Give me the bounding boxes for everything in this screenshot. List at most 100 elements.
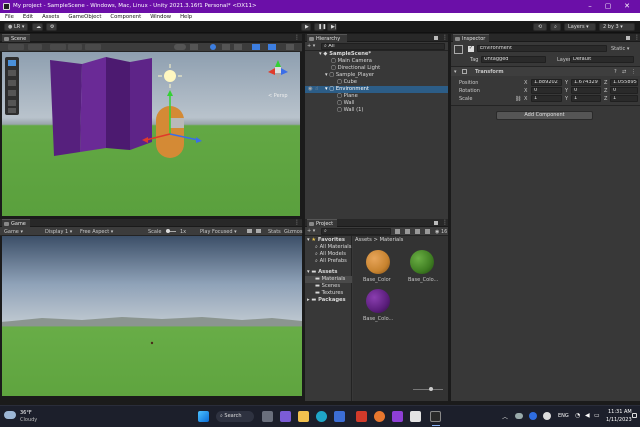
transform-tool-icon[interactable] bbox=[8, 108, 16, 113]
scale-z-input[interactable]: 1 bbox=[610, 95, 638, 102]
scale-y-input[interactable]: 1 bbox=[571, 95, 601, 102]
scale-x-input[interactable]: 1 bbox=[531, 95, 562, 102]
icon-size-slider-handle[interactable] bbox=[429, 387, 433, 391]
hierarchy-item-wall-1[interactable]: ▢ Wall (1) bbox=[337, 107, 363, 114]
scene-viewport[interactable]: < Persp bbox=[2, 52, 300, 216]
battery-icon[interactable]: ▭ bbox=[594, 412, 600, 419]
clock-date[interactable]: 1/11/2023 bbox=[606, 417, 632, 423]
component-kebab-icon[interactable]: ⋮ bbox=[631, 69, 636, 75]
tab-scene[interactable]: Scene bbox=[2, 34, 30, 42]
unity-hub-icon[interactable] bbox=[410, 411, 421, 422]
cloud-icon[interactable]: ☁ bbox=[32, 23, 43, 31]
game-mode-dropdown[interactable]: Game ▾ bbox=[4, 229, 23, 235]
project-search-input[interactable]: ⌕ bbox=[321, 228, 391, 235]
menu-gameobject[interactable]: GameObject bbox=[63, 13, 105, 20]
project-kebab-icon[interactable]: ⋮ bbox=[442, 220, 448, 226]
play-focused-dropdown[interactable]: Play Focused ▾ bbox=[200, 229, 237, 235]
tray-overflow-icon[interactable]: ︿ bbox=[502, 412, 508, 421]
hierarchy-item-wall[interactable]: ▢ Wall bbox=[337, 100, 354, 107]
pause-button[interactable]: ❚❚ bbox=[314, 23, 326, 31]
object-name-input[interactable]: Environment bbox=[477, 45, 607, 52]
hidden-objects-icon[interactable] bbox=[234, 44, 242, 50]
start-icon[interactable] bbox=[198, 411, 209, 422]
rotate-tool-icon[interactable] bbox=[8, 80, 16, 86]
unity-editor-icon[interactable] bbox=[430, 411, 441, 422]
position-x-input[interactable]: 1.889202 bbox=[531, 79, 562, 86]
tree-favorites[interactable]: ▾ ★ Favorites bbox=[307, 237, 345, 244]
tree-packages[interactable]: ▸ ▬ Packages bbox=[307, 297, 346, 304]
breadcrumb-root[interactable]: Assets bbox=[355, 237, 372, 243]
store-icon[interactable] bbox=[334, 411, 345, 422]
pivot-icon[interactable] bbox=[28, 44, 42, 50]
lighting-icon[interactable] bbox=[190, 44, 198, 50]
hierarchy-kebab-icon[interactable]: ⋮ bbox=[442, 35, 448, 41]
tab-game[interactable]: Game bbox=[2, 219, 30, 227]
scene-kebab-icon[interactable]: ⋮ bbox=[294, 35, 300, 41]
hierarchy-item-sample-player[interactable]: ▾ ▢ Sample_Player bbox=[325, 72, 374, 79]
tray-sync-icon[interactable] bbox=[543, 412, 551, 420]
add-component-button[interactable]: Add Component bbox=[496, 111, 593, 120]
notifications-icon[interactable] bbox=[632, 413, 637, 418]
tab-inspector[interactable]: Inspector bbox=[453, 34, 489, 42]
icon-size-slider[interactable] bbox=[413, 389, 443, 390]
project-add-button[interactable]: + ▾ bbox=[307, 228, 315, 234]
active-checkbox[interactable]: ✓ bbox=[468, 46, 474, 52]
hierarchy-lock-icon[interactable] bbox=[434, 36, 438, 40]
edge-icon[interactable] bbox=[316, 411, 327, 422]
hierarchy-item-environment[interactable]: ▾ ▢ Environment bbox=[325, 86, 369, 93]
office-icon[interactable] bbox=[356, 411, 367, 422]
minimize-button[interactable]: – bbox=[583, 1, 597, 11]
material-sphere-icon[interactable] bbox=[366, 250, 390, 274]
firefox-icon[interactable] bbox=[374, 411, 385, 422]
presets-icon[interactable]: ⇄ bbox=[622, 69, 626, 75]
tree-textures[interactable]: ▬ Textures bbox=[315, 290, 343, 297]
inspector-lock-icon[interactable] bbox=[626, 36, 630, 40]
search-icon[interactable]: ⌕ bbox=[550, 23, 561, 31]
scene-view-options-icon[interactable] bbox=[286, 44, 294, 50]
gizmos-button[interactable]: Gizmos bbox=[284, 229, 302, 235]
layout-dropdown[interactable]: 2 by 3 ▾ bbox=[599, 23, 635, 31]
menu-assets[interactable]: Assets bbox=[37, 13, 63, 20]
rotation-y-input[interactable]: 0 bbox=[571, 87, 601, 94]
2d-toggle-icon[interactable] bbox=[174, 44, 186, 50]
favorite-star-icon[interactable] bbox=[415, 229, 420, 234]
breadcrumb-current[interactable]: Materials bbox=[380, 237, 404, 243]
menu-file[interactable]: File bbox=[0, 13, 18, 20]
collab-icon[interactable]: ⚙ bbox=[46, 23, 57, 31]
tree-assets[interactable]: ▾ ▬ Assets bbox=[307, 269, 337, 276]
transform-foldout-icon[interactable]: ▾ bbox=[454, 69, 457, 75]
menu-component[interactable]: Component bbox=[105, 13, 145, 20]
hierarchy-add-button[interactable]: + ▾ bbox=[307, 43, 315, 49]
search-by-type-icon[interactable] bbox=[395, 229, 400, 234]
tree-scenes[interactable]: ▬ Scenes bbox=[315, 283, 340, 290]
shortcuts-icon[interactable] bbox=[256, 229, 261, 233]
material-sphere-icon[interactable] bbox=[366, 289, 390, 313]
grid-icon[interactable] bbox=[50, 44, 66, 50]
clock-time[interactable]: 11:31 AM bbox=[608, 409, 632, 415]
pickable-toggle-icon[interactable]: ☝ bbox=[315, 86, 318, 93]
effects-icon[interactable] bbox=[222, 44, 230, 50]
game-kebab-icon[interactable]: ⋮ bbox=[294, 220, 300, 226]
hand-tool-icon[interactable] bbox=[8, 60, 16, 66]
language-indicator[interactable]: ENG bbox=[558, 413, 569, 419]
menu-edit[interactable]: Edit bbox=[18, 13, 37, 20]
draw-mode-icon[interactable] bbox=[8, 44, 24, 50]
tree-all-materials[interactable]: ⌕ All Materials bbox=[315, 244, 351, 251]
account-button[interactable]: ● LR ▾ bbox=[4, 23, 28, 31]
mute-audio-icon[interactable] bbox=[247, 229, 252, 233]
play-button[interactable]: ▶ bbox=[301, 23, 311, 31]
stats-button[interactable]: Stats bbox=[268, 229, 281, 235]
menu-help[interactable]: Help bbox=[175, 13, 196, 20]
gizmos-icon[interactable] bbox=[268, 44, 276, 50]
file-explorer-icon[interactable] bbox=[298, 411, 309, 422]
weather-cloud-icon[interactable] bbox=[4, 411, 16, 419]
hierarchy-item-main-camera[interactable]: ▢ Main Camera bbox=[331, 58, 372, 65]
hidden-packages-icon[interactable] bbox=[425, 229, 430, 234]
game-viewport[interactable] bbox=[2, 236, 302, 396]
position-y-input[interactable]: 1.674329 bbox=[571, 79, 601, 86]
hierarchy-item-plane[interactable]: ▢ Plane bbox=[337, 93, 358, 100]
material-sphere-icon[interactable] bbox=[410, 250, 434, 274]
close-button[interactable]: ✕ bbox=[620, 1, 634, 11]
menu-window[interactable]: Window bbox=[145, 13, 175, 20]
teams-chat-icon[interactable] bbox=[280, 411, 291, 422]
